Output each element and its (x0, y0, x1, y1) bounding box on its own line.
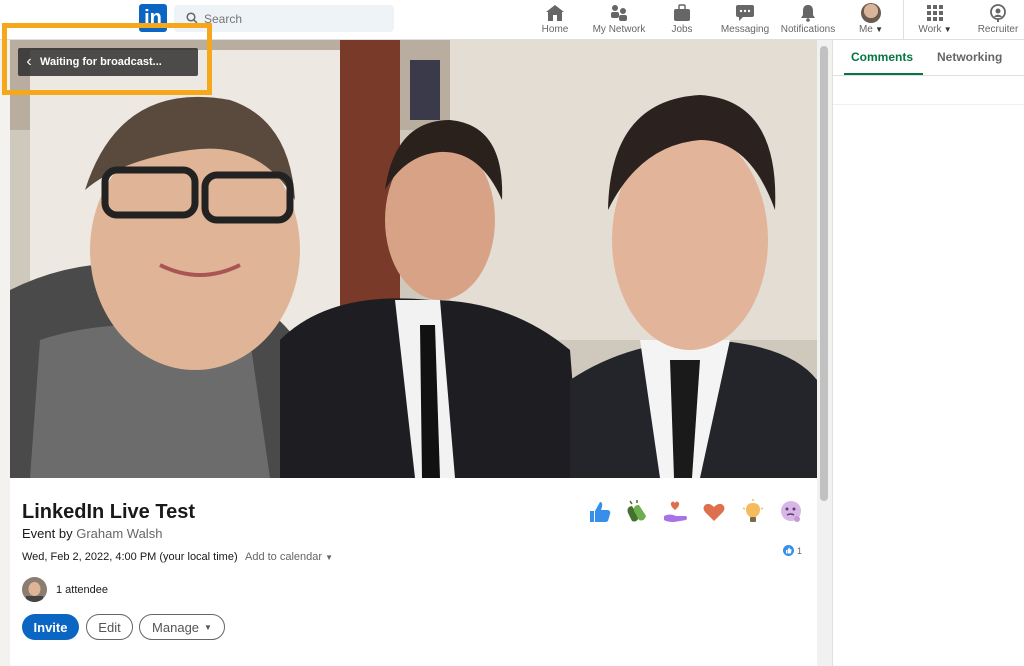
briefcase-icon (674, 4, 690, 21)
tab-comments[interactable]: Comments (851, 50, 913, 64)
event-datetime: Wed, Feb 2, 2022, 4:00 PM (your local ti… (22, 551, 238, 563)
video-player[interactable] (10, 40, 817, 478)
manage-button[interactable]: Manage ▼ (139, 614, 225, 640)
edit-button[interactable]: Edit (86, 614, 133, 640)
nav-home[interactable]: Home (536, 0, 574, 40)
nav-my-network-label: My Network (592, 24, 646, 35)
avatar (861, 3, 881, 23)
broadcast-status-overlay: ‹ Waiting for broadcast... (18, 48, 198, 76)
attendee-count[interactable]: 1 attendee (56, 584, 108, 596)
nav-work-label: Work (918, 24, 942, 35)
bell-icon (801, 5, 815, 22)
attendee-avatar[interactable] (22, 577, 47, 602)
like-reaction-icon[interactable] (587, 499, 613, 525)
tab-networking[interactable]: Networking (937, 50, 1002, 64)
reaction-count[interactable]: 1 (783, 545, 802, 556)
support-reaction-icon[interactable] (662, 499, 690, 525)
panel-divider (833, 104, 1024, 105)
scrollbar[interactable] (817, 40, 831, 666)
nav-me-label: Me (858, 24, 873, 35)
search-input[interactable] (204, 5, 389, 32)
side-panel-tabs: Comments Networking (833, 40, 1024, 76)
caret-down-icon: ▼ (941, 25, 952, 34)
nav-my-network[interactable]: My Network (590, 0, 648, 40)
insightful-reaction-icon[interactable] (740, 499, 766, 525)
active-tab-indicator (844, 73, 923, 75)
nav-me[interactable]: Me ▼ (854, 0, 888, 40)
byline-prefix: Event by (22, 526, 73, 541)
nav-messaging[interactable]: Messaging (718, 0, 772, 40)
broadcast-preview-image (10, 40, 817, 478)
nav-notifications-label: Notifications (780, 24, 836, 35)
nav-recruiter[interactable]: Recruiter (976, 0, 1020, 40)
nav-recruiter-label: Recruiter (977, 24, 1019, 35)
manage-button-label: Manage (152, 619, 200, 635)
back-arrow-icon[interactable]: ‹ (18, 53, 40, 71)
event-byline: Event by Graham Walsh (22, 526, 162, 541)
event-main (10, 40, 817, 666)
recruiter-icon (990, 4, 1006, 22)
nav-divider (903, 0, 904, 40)
nav-messaging-label: Messaging (720, 24, 770, 35)
caret-down-icon: ▼ (872, 25, 884, 34)
love-reaction-icon[interactable] (701, 499, 727, 525)
celebrate-reaction-icon[interactable] (624, 499, 652, 525)
reaction-count-number: 1 (797, 545, 803, 556)
message-icon (736, 5, 754, 21)
nav-home-label: Home (541, 24, 569, 35)
broadcast-status-text: Waiting for broadcast... (40, 56, 162, 68)
grid-icon (927, 5, 943, 21)
caret-down-icon: ▼ (204, 622, 212, 632)
nav-jobs-label: Jobs (671, 24, 693, 35)
caret-down-icon: ▼ (325, 553, 334, 562)
event-title: LinkedIn Live Test (22, 501, 195, 523)
nav-jobs[interactable]: Jobs (664, 0, 700, 40)
home-icon (546, 5, 564, 21)
side-panel: Comments Networking (832, 40, 1024, 666)
nav-work[interactable]: Work ▼ (916, 0, 954, 40)
like-small-icon (783, 545, 794, 556)
people-icon (611, 5, 627, 21)
scrollbar-thumb[interactable] (820, 46, 828, 501)
add-to-calendar[interactable]: Add to calendar ▼ (245, 551, 333, 563)
host-link[interactable]: Graham Walsh (76, 526, 162, 541)
curious-reaction-icon[interactable] (778, 499, 804, 525)
nav-notifications[interactable]: Notifications (778, 0, 838, 40)
invite-button[interactable]: Invite (22, 614, 79, 640)
add-to-calendar-label: Add to calendar (245, 551, 323, 563)
